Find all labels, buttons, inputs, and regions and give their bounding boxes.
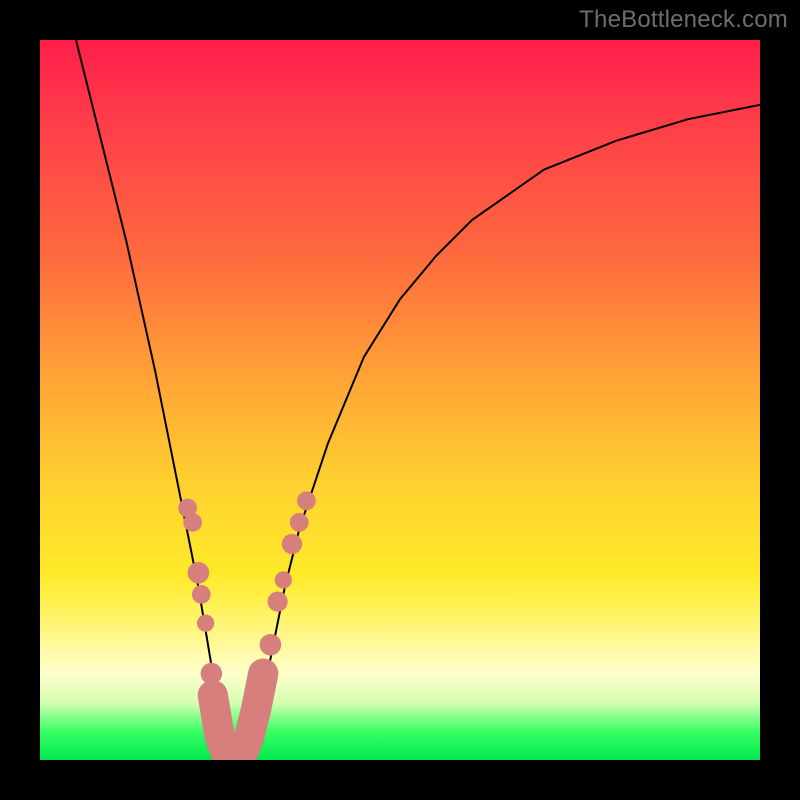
chart-stage: TheBottleneck.com	[0, 0, 800, 800]
bottleneck-curve	[76, 40, 760, 760]
chart-overlay	[40, 40, 760, 760]
watermark-text: TheBottleneck.com	[579, 6, 788, 34]
plot-area	[40, 40, 760, 760]
